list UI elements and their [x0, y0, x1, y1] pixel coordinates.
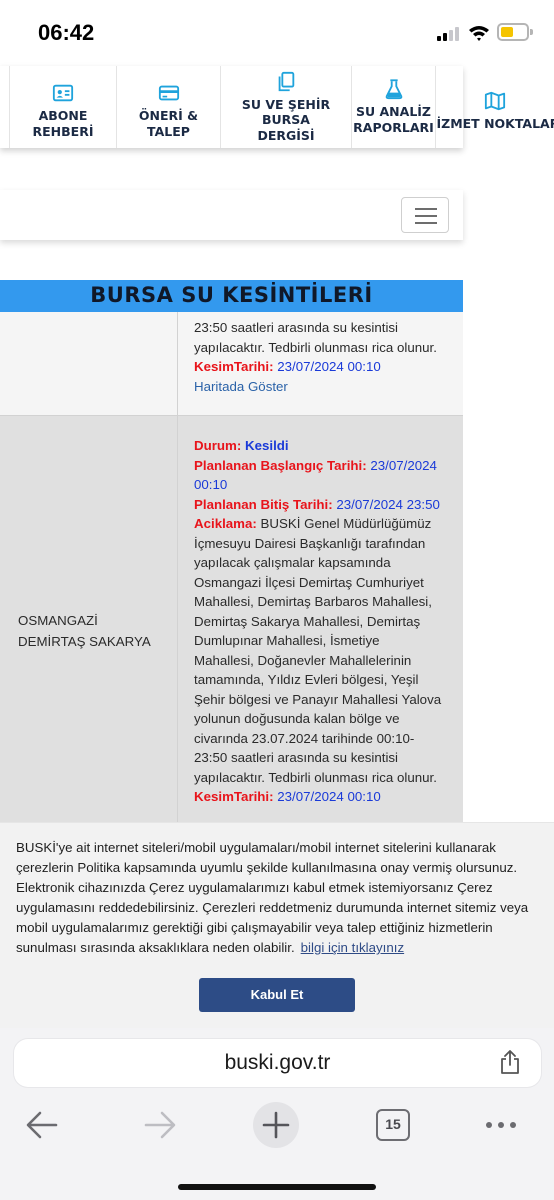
end-line: Planlanan Bitiş Tarihi: 23/07/2024 23:50	[194, 495, 463, 515]
kesim-line: KesimTarihi: 23/07/2024 00:10	[194, 357, 463, 377]
status-time: 06:42	[38, 20, 95, 45]
nav-item-su-analiz-raporlari[interactable]: SU ANALİZ RAPORLARI	[352, 66, 436, 148]
flask-icon	[385, 79, 402, 100]
accept-cookies-button[interactable]: Kabul Et	[199, 978, 355, 1012]
new-tab-button[interactable]	[253, 1102, 299, 1148]
cookie-line: mobil uygulamalarımız gerektiği gibi çal…	[16, 920, 493, 935]
end-value: 23/07/2024 23:50	[336, 496, 440, 512]
page-title: BURSA SU KESİNTİLERİ	[90, 283, 373, 307]
cookie-text: BUSKİ'ye ait internet siteleri/mobil uyg…	[16, 838, 546, 958]
nav-item-label: ÖNERİ & TALEP	[138, 108, 199, 139]
address-bar[interactable]: buski.gov.tr	[14, 1039, 541, 1087]
desc-line: civarında 23.07.2024 tarihinde 00:10-	[194, 730, 415, 746]
desc-line: yapılacak çalışmalar kapsamında	[194, 555, 391, 570]
nav-item-label: ABONE REHBERİ	[32, 108, 94, 139]
nav-item-label: HİZMET NOKTALARI	[436, 116, 554, 132]
id-card-icon	[52, 85, 74, 102]
desc-line: Demirtaş Sakarya Mahallesi, Demirtaş	[194, 613, 421, 629]
desc-line: tamamında, Yıldız Evleri bölgesi, Yeşil	[194, 672, 419, 687]
start-line: Planlanan Başlangıç Tarihi: 23/07/2024	[194, 456, 463, 476]
page-title-band: BURSA SU KESİNTİLERİ	[0, 280, 463, 312]
desc-line: İçmesuyu Dairesi Başkanlığı tarafından	[194, 535, 426, 551]
desc-line: yapılacaktır. Tedbirli olunması rica olu…	[194, 769, 437, 785]
desc-line: Mahallesi, Demirtaş Barbaros Mahallesi,	[194, 594, 432, 609]
cookie-last-line: sunulması sırasında aksaklıklara neden o…	[16, 938, 546, 958]
nav-item-oneri-talep[interactable]: ÖNERİ & TALEP	[117, 66, 221, 148]
desc-line: Dumlupınar Mahallesi, İsmetiye	[194, 633, 380, 648]
cookie-more-info-link[interactable]: bilgi için tıklayınız	[301, 940, 404, 955]
status-label: Durum:	[194, 438, 242, 453]
region-name: OSMANGAZİ DEMİRTAŞ SAKARYA	[18, 610, 151, 652]
kesim-label: KesimTarihi:	[194, 359, 274, 374]
more-options-icon[interactable]	[484, 1100, 518, 1150]
document-copy-icon	[278, 71, 295, 91]
start-date: 23/07/2024	[370, 457, 437, 473]
desc-line: Şehir bölgesi ve Panayır Mahallesi Yalov…	[194, 691, 442, 707]
kesim-line: KesimTarihi: 23/07/2024 00:10	[194, 787, 463, 807]
menu-toggle-button[interactable]	[401, 197, 449, 233]
region-cell	[0, 312, 178, 416]
desc-line: Osmangazi İlçesi Demirtaş Cumhuriyet	[194, 574, 424, 590]
url-text: buski.gov.tr	[224, 1051, 331, 1074]
browser-toolbar: 15	[0, 1100, 554, 1150]
desc-line: Mahallesi, Doğanevler Mahallelerinin	[194, 652, 412, 668]
desc-line: yolunun doğusunda kalan bölge ve	[194, 711, 400, 726]
start-label: Planlanan Başlangıç Tarihi:	[194, 457, 367, 473]
cookie-banner: BUSKİ'ye ait internet siteleri/mobil uyg…	[0, 822, 554, 1028]
tab-switcher-button[interactable]: 15	[376, 1109, 410, 1141]
wifi-icon	[469, 26, 489, 41]
nav-item-hizmet-noktalari[interactable]: HİZMET NOKTALARI	[436, 66, 554, 148]
nav-item-label-line2: DERGİSİ	[257, 127, 315, 143]
kesim-value: 23/07/2024 00:10	[277, 789, 381, 804]
show-on-map-link[interactable]: Haritada Göster	[194, 377, 463, 397]
start-time: 00:10	[194, 477, 228, 492]
desc-text: BUSKİ Genel Müdürlüğümüz	[260, 516, 432, 531]
nav-item-abone-rehberi[interactable]: ABONE REHBERİ	[10, 66, 117, 148]
table-row: 23:50 saatleri arasında su kesintisi yap…	[0, 312, 463, 416]
region-neighborhood: DEMİRTAŞ SAKARYA	[18, 634, 151, 649]
nav-item-label-line1: SU VE ŞEHİR BURSA	[241, 96, 331, 128]
kesim-label: KesimTarihi:	[194, 789, 274, 804]
nav-item-label-line1: SU ANALİZ	[356, 104, 431, 120]
quick-nav-overflow: HİZMET NOKTALARI	[436, 66, 554, 148]
desc-line: 23:50 saatleri arasında su kesintisi	[194, 750, 398, 765]
desc-label: Aciklama:	[194, 516, 257, 531]
map-icon	[484, 92, 506, 111]
credit-card-icon	[158, 86, 179, 101]
desc-line: 23:50 saatleri arasında su kesintisi	[194, 320, 398, 335]
status-bar: 06:42	[0, 0, 554, 66]
kesim-value: 23/07/2024 00:10	[277, 359, 381, 374]
cookie-line: Elektronik cihazınızda Çerez uygulamalar…	[16, 880, 493, 895]
nav-item-su-ve-sehir-dergisi[interactable]: SU VE ŞEHİR BURSA DERGİSİ	[221, 66, 352, 148]
cookie-line: BUSKİ'ye ait internet siteleri/mobil uyg…	[16, 840, 496, 855]
quick-nav: ABONE REHBERİ ÖNERİ & TALEP SU VE ŞEHİR …	[0, 66, 463, 148]
region-district: OSMANGAZİ	[18, 613, 98, 628]
cookie-line: sunulması sırasında aksaklıklara neden o…	[16, 940, 295, 955]
battery-icon	[497, 23, 533, 41]
cookie-line: çerezlerin Politika kapsamında uyumlu şe…	[16, 860, 518, 875]
site-header	[0, 190, 463, 240]
share-icon[interactable]	[499, 1049, 521, 1075]
status-line: Durum: Kesildi	[194, 436, 463, 456]
desc-line: yapılacaktır. Tedbirli olunması rica olu…	[194, 339, 437, 355]
nav-item-label-line2: RAPORLARI	[353, 120, 434, 135]
end-label: Planlanan Bitiş Tarihi:	[194, 496, 333, 512]
status-value: Kesildi	[244, 438, 289, 453]
plus-icon	[262, 1111, 290, 1139]
desc-first-line: Aciklama: BUSKİ Genel Müdürlüğümüz	[194, 514, 463, 534]
forward-arrow-icon[interactable]	[142, 1100, 178, 1150]
detail-cell: 23:50 saatleri arasında su kesintisi yap…	[178, 312, 463, 416]
cookie-line: uygulamasını reddedebilirsiniz. Çerezler…	[16, 900, 529, 915]
browser-bottom-bar: buski.gov.tr 15	[0, 1028, 554, 1200]
home-indicator	[178, 1184, 376, 1190]
back-arrow-icon[interactable]	[24, 1100, 60, 1150]
cellular-signal-icon	[437, 27, 461, 41]
